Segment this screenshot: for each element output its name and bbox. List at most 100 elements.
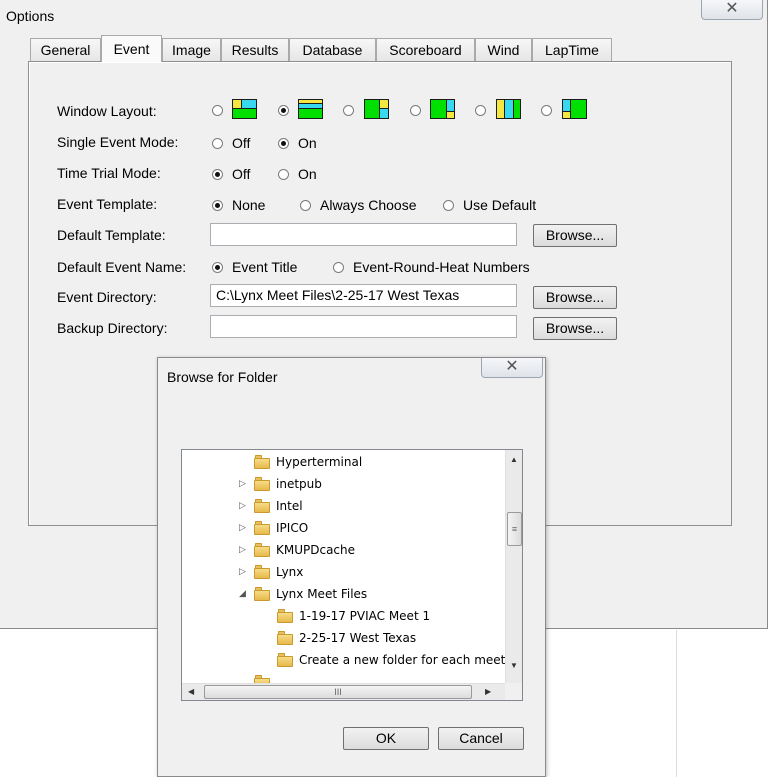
tree-row[interactable]: 2-25-17 West Texas (277, 628, 522, 650)
window-layout-radio-1[interactable] (212, 105, 223, 116)
event-template-none-radio[interactable] (212, 200, 223, 211)
tree-item-label: KMUPDcache (276, 543, 356, 557)
dialog-close-button[interactable]: ✕ (481, 358, 543, 378)
default-event-name-label: Default Event Name: (57, 259, 187, 275)
tree-row[interactable]: ▷ KMUPDcache (239, 540, 522, 562)
event-template-always-choose-radio[interactable] (300, 200, 311, 211)
tab-database[interactable]: Database (289, 38, 376, 61)
time-trial-off-radio[interactable] (212, 169, 223, 180)
single-event-on-label: On (298, 135, 317, 151)
scroll-right-icon[interactable]: ▶ (485, 687, 491, 696)
tree-row[interactable]: Hyperterminal (254, 452, 522, 474)
expand-arrow-icon[interactable]: ▷ (239, 501, 246, 511)
event-template-use-default-radio[interactable] (443, 200, 454, 211)
backup-directory-browse-button[interactable]: Browse... (533, 317, 617, 340)
window-layout-radio-6[interactable] (541, 105, 552, 116)
ok-button[interactable]: OK (343, 727, 429, 750)
layout-icon-1 (232, 99, 257, 119)
event-name-title-radio[interactable] (212, 262, 223, 273)
tree-item-label: Create a new folder for each meet (299, 653, 506, 667)
tree-item-label: Lynx (276, 565, 304, 579)
layout-icon-5 (496, 99, 521, 119)
event-name-round-heat-radio[interactable] (333, 262, 344, 273)
folder-icon (254, 477, 270, 491)
layout-icon-6 (562, 99, 587, 119)
time-trial-on-label: On (298, 166, 317, 182)
folder-icon (254, 565, 270, 579)
event-directory-label: Event Directory: (57, 289, 157, 305)
tab-image[interactable]: Image (162, 38, 221, 61)
backup-directory-label: Backup Directory: (57, 320, 168, 336)
folder-icon (254, 543, 270, 557)
tab-general[interactable]: General (30, 38, 101, 61)
scroll-down-icon[interactable]: ▼ (510, 661, 518, 670)
window-title: Options (6, 8, 55, 24)
folder-icon (254, 455, 270, 469)
tree-row[interactable]: Create a new folder for each meet (277, 650, 522, 672)
folder-icon (254, 499, 270, 513)
expand-arrow-icon[interactable]: ▷ (239, 523, 246, 533)
tree-item-label: IPICO (276, 521, 309, 535)
tree-row[interactable]: ◢ Lynx Meet Files (239, 584, 522, 606)
tree-row[interactable]: ▷ IPICO (239, 518, 522, 540)
tree-item-label: 2-25-17 West Texas (299, 631, 417, 645)
cancel-button[interactable]: Cancel (438, 727, 524, 750)
backup-directory-field[interactable] (210, 315, 517, 338)
single-event-off-label: Off (232, 135, 251, 151)
tree-item-label: Intel (276, 499, 303, 513)
window-layout-radio-4[interactable] (410, 105, 421, 116)
event-template-label: Event Template: (57, 196, 158, 212)
window-layout-radio-5[interactable] (475, 105, 486, 116)
event-directory-browse-button[interactable]: Browse... (533, 286, 617, 309)
time-trial-on-radio[interactable] (278, 169, 289, 180)
layout-icon-3 (364, 99, 389, 119)
layout-icon-4 (430, 99, 455, 119)
folder-icon (254, 521, 270, 535)
folder-icon (277, 653, 293, 667)
dialog-title: Browse for Folder (167, 369, 278, 385)
tree-item-label: Hyperterminal (276, 455, 363, 469)
vertical-scroll-thumb[interactable]: ≡ (507, 512, 522, 546)
default-template-browse-button[interactable]: Browse... (533, 224, 617, 247)
event-template-use-default-label: Use Default (463, 197, 537, 213)
event-directory-field[interactable]: C:\Lynx Meet Files\2-25-17 West Texas (210, 284, 517, 307)
time-trial-mode-label: Time Trial Mode: (57, 165, 161, 181)
tab-event[interactable]: Event (101, 35, 162, 62)
default-template-label: Default Template: (57, 227, 166, 243)
tree-row[interactable]: ▷ Intel (239, 496, 522, 518)
single-event-mode-label: Single Event Mode: (57, 134, 179, 150)
expand-arrow-icon[interactable]: ▷ (239, 567, 246, 577)
close-button[interactable]: ✕ (701, 0, 763, 20)
tree-row[interactable]: 1-19-17 PVIAC Meet 1 (277, 606, 522, 628)
tab-scoreboard[interactable]: Scoreboard (376, 38, 475, 61)
event-name-title-label: Event Title (232, 259, 298, 275)
layout-icon-2 (298, 99, 323, 119)
tree-item-label: 1-19-17 PVIAC Meet 1 (299, 609, 431, 623)
expand-arrow-icon[interactable]: ▷ (239, 545, 246, 555)
collapse-arrow-icon[interactable]: ◢ (239, 589, 246, 599)
tab-wind[interactable]: Wind (475, 38, 532, 61)
tab-results[interactable]: Results (221, 38, 289, 61)
window-layout-radio-2[interactable] (278, 105, 289, 116)
tab-laptime[interactable]: LapTime (532, 38, 612, 61)
scroll-up-icon[interactable]: ▲ (510, 455, 518, 464)
folder-icon (277, 631, 293, 645)
time-trial-off-label: Off (232, 166, 251, 182)
folder-tree[interactable]: Hyperterminal ▷ inetpub ▷ Intel ▷ IPICO ▷ KMUPDc… (181, 449, 523, 701)
single-event-off-radio[interactable] (212, 138, 223, 149)
scrollbar-corner (505, 683, 522, 700)
vertical-scrollbar[interactable]: ▲ ≡ ▼ (505, 450, 522, 683)
scroll-left-icon[interactable]: ◀ (188, 687, 194, 696)
default-template-field[interactable] (210, 223, 517, 246)
tree-row[interactable]: ▷ Lynx (239, 562, 522, 584)
folder-icon (277, 609, 293, 623)
folder-icon (254, 587, 270, 601)
horizontal-scroll-thumb[interactable]: III (204, 685, 472, 699)
event-template-always-choose-label: Always Choose (320, 197, 417, 213)
tree-item-label: inetpub (276, 477, 322, 491)
horizontal-scrollbar[interactable]: ◀ III ▶ (182, 683, 506, 700)
tree-row[interactable]: ▷ inetpub (239, 474, 522, 496)
window-layout-radio-3[interactable] (343, 105, 354, 116)
expand-arrow-icon[interactable]: ▷ (239, 479, 246, 489)
single-event-on-radio[interactable] (278, 138, 289, 149)
